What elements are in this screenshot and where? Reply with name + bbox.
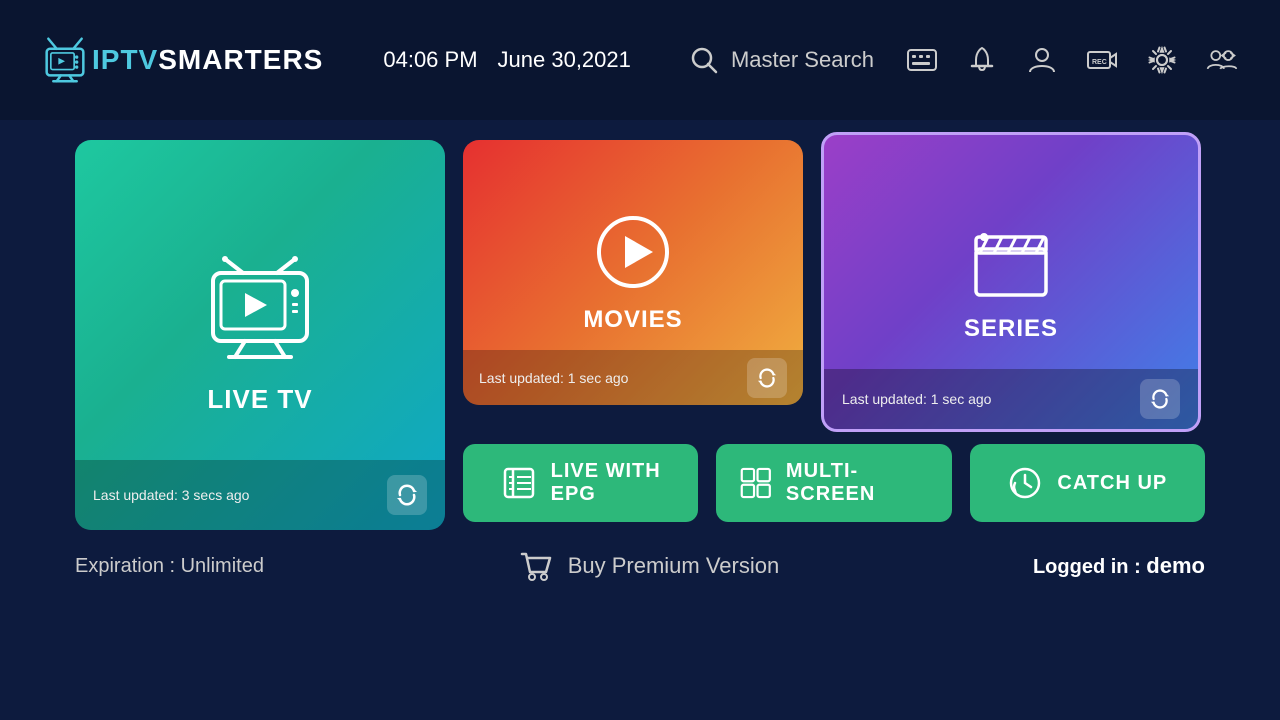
header-icons: REC (904, 42, 1240, 78)
main-content: LIVE TV Last updated: 3 secs ago (0, 120, 1280, 530)
multiscreen-button[interactable]: MULTI-SCREEN (716, 444, 951, 522)
top-right-cards: MOVIES Last updated: 1 sec ago (463, 140, 1205, 432)
livetv-last-updated: Last updated: 3 secs ago (93, 487, 249, 503)
logged-in-info: Logged in : demo (1033, 553, 1205, 579)
search-area: Master Search (689, 42, 1240, 78)
datetime: 04:06 PM June 30,2021 (383, 47, 631, 73)
action-buttons-row: LIVE WITH EPG MULTI-SCREEN (463, 444, 1205, 522)
livetv-refresh-button[interactable] (387, 475, 427, 515)
logo-text: IPTVSMARTERS (92, 44, 323, 76)
catchup-button[interactable]: CATCH UP (970, 444, 1205, 522)
logo-area: IPTVSMARTERS (40, 35, 323, 85)
movies-card[interactable]: MOVIES Last updated: 1 sec ago (463, 140, 803, 405)
series-icon (966, 221, 1056, 301)
live-with-epg-button[interactable]: LIVE WITH EPG (463, 444, 698, 522)
search-icon (689, 45, 719, 75)
cards-row: LIVE TV Last updated: 3 secs ago (75, 140, 1205, 530)
expiration-text: Expiration : Unlimited (75, 555, 264, 578)
epg-label: LIVE WITH EPG (551, 460, 661, 506)
series-refresh-button[interactable] (1140, 379, 1180, 419)
svg-text:REC: REC (1092, 59, 1107, 66)
cart-icon (518, 548, 554, 584)
livetv-card[interactable]: LIVE TV Last updated: 3 secs ago (75, 140, 445, 530)
catchup-icon (1007, 465, 1043, 501)
profile-icon[interactable] (1024, 42, 1060, 78)
rec-icon[interactable]: REC (1084, 42, 1120, 78)
movies-refresh-button[interactable] (747, 358, 787, 398)
livetv-icon (195, 255, 325, 370)
time-display: 04:06 PM (383, 47, 477, 73)
settings-icon[interactable] (1144, 42, 1180, 78)
series-card[interactable]: SERIES Last updated: 1 sec ago (821, 132, 1201, 432)
series-bottom: Last updated: 1 sec ago (824, 369, 1198, 429)
series-title: SERIES (964, 315, 1058, 343)
right-column: MOVIES Last updated: 1 sec ago (463, 140, 1205, 522)
date-display: June 30,2021 (498, 47, 631, 73)
bell-icon[interactable] (964, 42, 1000, 78)
buy-premium-label: Buy Premium Version (568, 553, 780, 579)
movies-title: MOVIES (583, 306, 682, 334)
footer: Expiration : Unlimited Buy Premium Versi… (0, 530, 1280, 584)
logo-icon (40, 35, 90, 85)
switch-user-icon[interactable] (1204, 42, 1240, 78)
series-last-updated: Last updated: 1 sec ago (842, 391, 991, 407)
buy-premium-button[interactable]: Buy Premium Version (518, 548, 780, 584)
movies-icon (593, 212, 673, 292)
master-search[interactable]: Master Search (689, 45, 874, 75)
movies-last-updated: Last updated: 1 sec ago (479, 370, 628, 386)
epg-book-icon (501, 465, 537, 501)
header: IPTVSMARTERS 04:06 PM June 30,2021 Maste… (0, 0, 1280, 120)
username: demo (1146, 553, 1205, 578)
search-label: Master Search (731, 47, 874, 73)
movies-bottom: Last updated: 1 sec ago (463, 350, 803, 405)
livetv-bottom: Last updated: 3 secs ago (75, 460, 445, 530)
multiscreen-label: MULTI-SCREEN (786, 460, 928, 506)
livetv-title: LIVE TV (207, 384, 312, 415)
catchup-label: CATCH UP (1057, 472, 1167, 495)
epg-icon[interactable] (904, 42, 940, 78)
multiscreen-icon (740, 465, 772, 501)
